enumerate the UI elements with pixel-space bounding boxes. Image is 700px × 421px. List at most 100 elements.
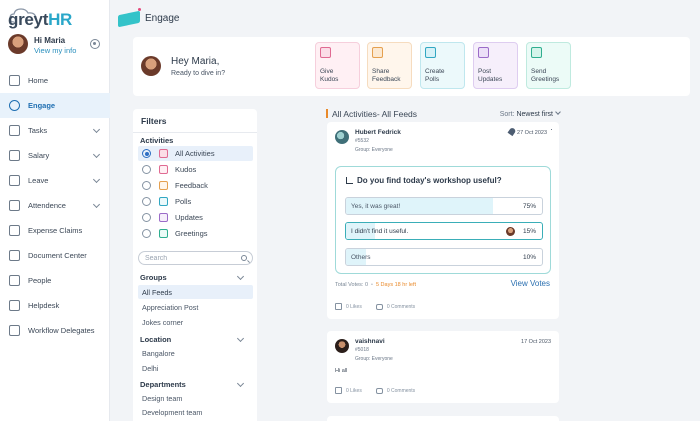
polls-icon [159, 197, 168, 206]
radio-button[interactable] [142, 197, 151, 206]
sidebar-item-tasks[interactable]: Tasks [0, 118, 110, 143]
location-heading[interactable]: Location [140, 334, 245, 344]
sidebar-item-label: Salary [28, 151, 50, 160]
group-item-appreciation-post[interactable]: Appreciation Post [138, 300, 253, 314]
view-my-info-link[interactable]: View my info [34, 46, 76, 55]
sidebar-item-salary[interactable]: Salary [0, 143, 110, 168]
poll-option[interactable]: Others 10% [345, 248, 543, 266]
filter-greetings[interactable]: Greetings [138, 226, 253, 241]
sidebar-item-attendence[interactable]: Attendence [0, 193, 110, 218]
sidebar-item-home[interactable]: Home [0, 68, 110, 93]
engage-icon [9, 100, 20, 111]
sidebar-item-helpdesk[interactable]: Helpdesk [0, 293, 110, 318]
radio-button[interactable] [142, 181, 151, 190]
likes-count[interactable]: 0 Likes [346, 304, 362, 310]
filter-all-activities[interactable]: All Activities [138, 146, 253, 161]
poll-question: Do you find today's workshop useful? [346, 176, 502, 185]
radio-button[interactable] [142, 213, 151, 222]
greeting-title: Hey Maria, [171, 56, 220, 67]
poll-option[interactable]: Yes, it was great! 75% [345, 197, 543, 215]
sidebar-item-label: Workflow Delegates [28, 326, 95, 335]
filters-panel: Filters Activities All Activities Kudos … [133, 109, 257, 421]
radio-button[interactable] [142, 149, 151, 158]
search-icon[interactable] [241, 255, 247, 261]
group-item-jokes-corner[interactable]: Jokes corner [138, 315, 253, 329]
feeds-title: All Activities- All Feeds [332, 109, 418, 119]
top-bar: Engage [110, 0, 700, 38]
post-message: Hi all [335, 368, 348, 374]
sidebar-item-label: Helpdesk [28, 301, 60, 310]
avatar [141, 56, 161, 76]
chevron-down-icon [236, 379, 245, 388]
user-greeting: Hi Maria [34, 36, 66, 45]
divider [133, 132, 257, 133]
location-item-delhi[interactable]: Delhi [138, 361, 253, 375]
share-feedback-button[interactable]: Share Feedback [367, 42, 412, 89]
avatar[interactable] [335, 339, 349, 353]
create-polls-button[interactable]: Create Polls [420, 42, 465, 89]
filters-title: Filters [141, 116, 167, 126]
post-group: Group: Everyone [355, 147, 393, 153]
sidebar-item-people[interactable]: People [0, 268, 110, 293]
sidebar-item-label: Document Center [28, 251, 87, 260]
sidebar-item-expense-claims[interactable]: Expense Claims [0, 218, 110, 243]
sidebar-item-leave[interactable]: Leave [0, 168, 110, 193]
likes-count[interactable]: 0 Likes [346, 388, 362, 394]
post-author[interactable]: vaishnavi [355, 338, 385, 345]
pin-icon[interactable] [507, 126, 517, 137]
sidebar-item-label: Tasks [28, 126, 48, 135]
greythr-logo[interactable]: greytHR [8, 4, 74, 30]
poll-option-selected[interactable]: I didn't find it useful. 15% [345, 222, 543, 240]
feed-post: vaishnavi #5018 Group: Everyone 17 Oct 2… [327, 331, 559, 403]
give-kudos-button[interactable]: Give Kudos [315, 42, 360, 89]
avatar[interactable] [8, 34, 28, 54]
filter-label: Polls [175, 197, 192, 206]
filter-updates[interactable]: Updates [138, 210, 253, 225]
post-actions: 0 Likes 0 Comments [335, 303, 415, 310]
filter-feedback[interactable]: Feedback [138, 178, 253, 193]
more-options-icon[interactable] [550, 129, 552, 136]
view-votes-link[interactable]: View Votes [511, 279, 550, 288]
bar-chart-icon [346, 177, 353, 184]
employee-id: #5532 [355, 138, 369, 144]
sidebar-item-label: Expense Claims [28, 226, 83, 235]
groups-heading[interactable]: Groups [140, 272, 245, 282]
radio-button[interactable] [142, 165, 151, 174]
filter-kudos[interactable]: Kudos [138, 162, 253, 177]
send-greetings-button[interactable]: Send Greetings [526, 42, 571, 89]
sort-dropdown[interactable]: Sort: Newest first [500, 109, 561, 118]
sidebar-item-document-center[interactable]: Document Center [0, 243, 110, 268]
sidebar-item-engage[interactable]: Engage [0, 93, 110, 118]
helpdesk-icon [9, 300, 20, 311]
post-updates-button[interactable]: Post Updates [473, 42, 518, 89]
departments-heading[interactable]: Departments [140, 379, 245, 389]
comments-count[interactable]: 0 Comments [387, 388, 415, 394]
sidebar-item-label: Engage [28, 101, 56, 110]
gear-icon[interactable] [90, 39, 100, 49]
department-item-design-team[interactable]: Design team [138, 391, 253, 405]
thumbs-up-icon[interactable] [335, 387, 342, 394]
group-item-all-feeds[interactable]: All Feeds [138, 285, 253, 299]
post-author[interactable]: Hubert Fedrick [355, 129, 401, 136]
comments-count[interactable]: 0 Comments [387, 304, 415, 310]
filter-polls[interactable]: Polls [138, 194, 253, 209]
post-actions: 0 Likes 0 Comments [335, 387, 415, 394]
location-item-bangalore[interactable]: Bangalore [138, 346, 253, 360]
radio-button[interactable] [142, 229, 151, 238]
chevron-down-icon [236, 334, 245, 343]
activities-heading: Activities [140, 136, 174, 145]
department-item-development-team[interactable]: Development team [138, 405, 253, 419]
user-block: Hi Maria View my info [8, 34, 104, 58]
thumbs-up-icon[interactable] [335, 303, 342, 310]
avatar[interactable] [335, 130, 349, 144]
comment-icon[interactable] [375, 303, 383, 310]
sparkle-icon [138, 8, 141, 11]
tasks-icon [9, 125, 20, 136]
comment-icon[interactable] [375, 387, 383, 394]
feed-post [327, 416, 559, 421]
updates-icon [159, 213, 168, 222]
search-input[interactable] [145, 252, 240, 264]
kudos-icon [159, 165, 168, 174]
action-label: Give Kudos [320, 68, 339, 83]
sidebar-item-workflow-delegates[interactable]: Workflow Delegates [0, 318, 110, 343]
